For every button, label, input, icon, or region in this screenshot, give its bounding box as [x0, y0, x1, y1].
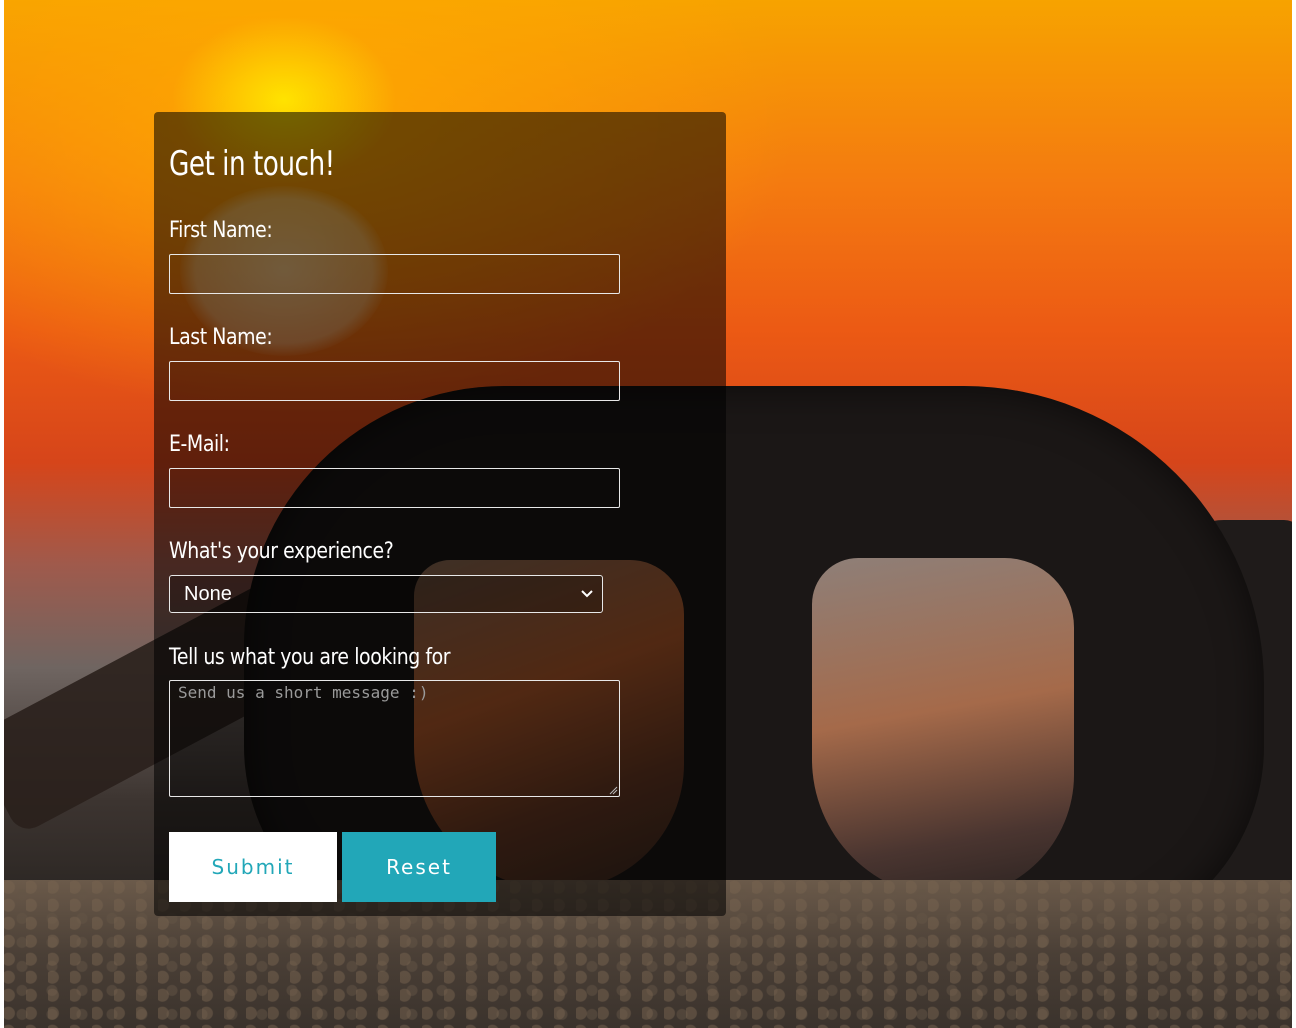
- resize-grip-icon[interactable]: [608, 785, 618, 795]
- mask-lens-right: [812, 558, 1074, 898]
- experience-label: What's your experience?: [169, 539, 394, 564]
- chevron-down-icon: [581, 590, 593, 598]
- reset-button[interactable]: Reset: [342, 832, 496, 902]
- message-textarea[interactable]: Send us a short message :): [169, 680, 620, 797]
- first-name-label: First Name:: [169, 218, 273, 243]
- last-name-label: Last Name:: [169, 325, 273, 350]
- experience-select[interactable]: None: [169, 575, 603, 613]
- first-name-input[interactable]: [169, 254, 620, 294]
- last-name-input[interactable]: [169, 361, 620, 401]
- form-title: Get in touch!: [169, 144, 335, 184]
- contact-form: Get in touch! First Name: Last Name: E-M…: [154, 112, 726, 916]
- message-placeholder: Send us a short message :): [178, 683, 429, 702]
- experience-selected-value: None: [184, 582, 232, 605]
- email-input[interactable]: [169, 468, 620, 508]
- message-label: Tell us what you are looking for: [169, 645, 451, 670]
- submit-button[interactable]: Submit: [169, 832, 337, 902]
- email-label: E-Mail:: [169, 432, 230, 457]
